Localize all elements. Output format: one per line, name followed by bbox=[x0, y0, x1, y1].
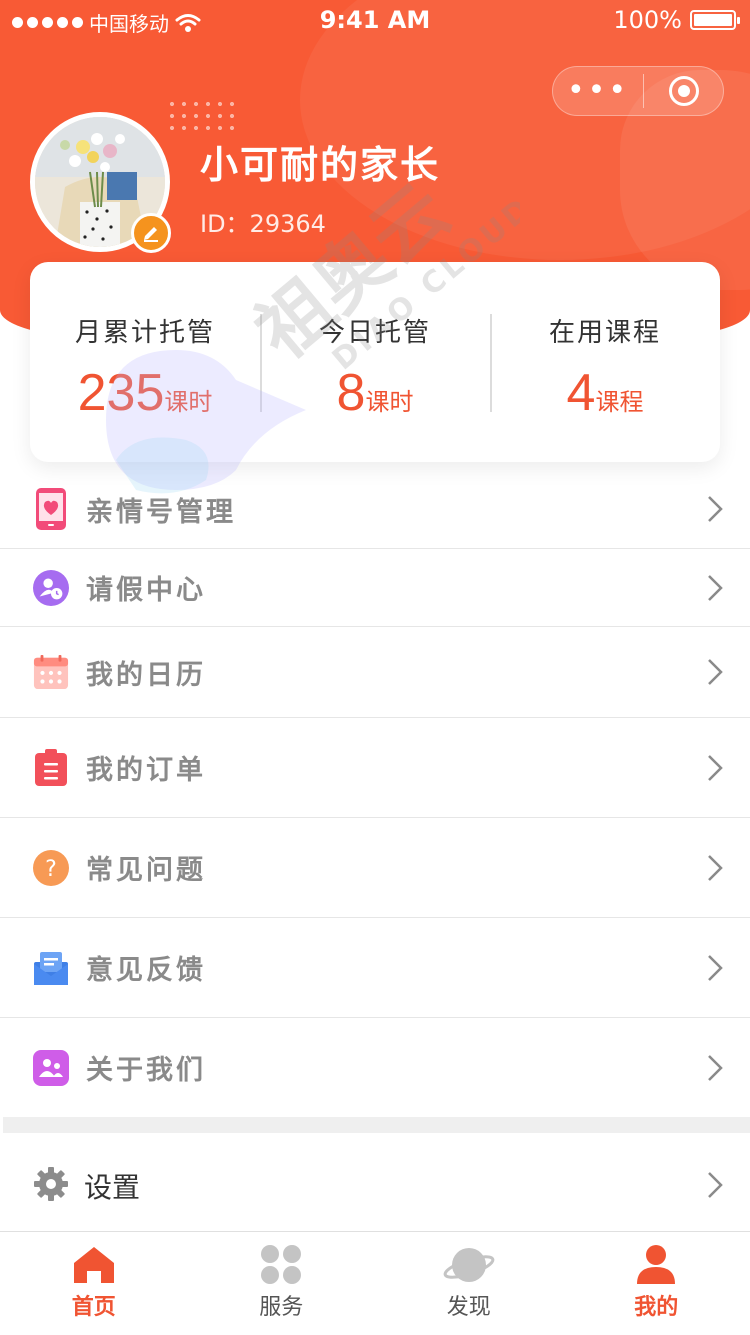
battery-percent: 100% bbox=[613, 6, 682, 34]
menu-item-label: 亲情号管理 bbox=[86, 496, 236, 528]
menu-item-settings[interactable]: 设置 bbox=[0, 1134, 750, 1232]
menu-item-label: 意见反馈 bbox=[86, 955, 206, 986]
stat-unit: 课时 bbox=[365, 388, 414, 416]
menu-item-feedback[interactable]: 意见反馈 bbox=[0, 918, 750, 1018]
menu-item-label: 关于我们 bbox=[86, 1055, 206, 1086]
planet-icon bbox=[443, 1248, 495, 1282]
section-divider bbox=[3, 1117, 750, 1133]
menu-item-label: 请假中心 bbox=[86, 575, 206, 606]
tab-label: 服务 bbox=[259, 1295, 304, 1320]
chevron-right-icon bbox=[708, 1172, 723, 1198]
chevron-right-icon bbox=[708, 1054, 723, 1081]
tab-bar: 首页 服务 发现 我的 bbox=[0, 1233, 750, 1335]
edit-profile-button[interactable] bbox=[131, 213, 171, 253]
leave-clock-icon bbox=[33, 569, 69, 606]
chevron-right-icon bbox=[708, 496, 723, 522]
status-bar: 中国移动 9:41 AM 100% bbox=[0, 0, 750, 40]
tab-discover[interactable]: 发现 bbox=[375, 1233, 563, 1335]
svg-text:?: ? bbox=[45, 857, 57, 882]
gear-icon bbox=[34, 1167, 68, 1201]
tab-mine[interactable]: 我的 bbox=[563, 1233, 750, 1335]
user-id: ID：29364 bbox=[200, 210, 326, 238]
chevron-right-icon bbox=[708, 854, 723, 881]
stat-value: 4课程 bbox=[490, 363, 720, 423]
phone-heart-icon bbox=[33, 488, 69, 530]
menu-item-label: 常见问题 bbox=[86, 855, 206, 886]
menu-item-orders[interactable]: 我的订单 bbox=[0, 718, 750, 818]
stat-unit: 课程 bbox=[595, 388, 644, 416]
stat-active-courses[interactable]: 在用课程 4课程 bbox=[490, 312, 720, 422]
calendar-icon bbox=[33, 654, 69, 690]
menu-list: 亲情号管理 请假中心 我的日历 我的订单 ? 常见问题 意见反馈 关于我们 bbox=[0, 470, 750, 1117]
user-name: 小可耐的家长 bbox=[200, 143, 441, 187]
menu-item-leave-center[interactable]: 请假中心 bbox=[0, 549, 750, 627]
about-people-icon bbox=[33, 1049, 69, 1086]
person-icon bbox=[637, 1245, 676, 1284]
menu-item-about[interactable]: 关于我们 bbox=[0, 1018, 750, 1117]
stat-label: 在用课程 bbox=[548, 318, 661, 348]
chevron-right-icon bbox=[708, 574, 723, 601]
dot-pattern bbox=[166, 98, 242, 138]
pencil-icon bbox=[144, 227, 158, 242]
tab-label: 首页 bbox=[71, 1295, 116, 1320]
close-miniprogram-button[interactable] bbox=[644, 76, 723, 106]
battery-icon bbox=[690, 10, 740, 30]
more-button[interactable]: ••• bbox=[553, 66, 643, 116]
battery-area: 100% bbox=[613, 6, 740, 34]
settings-label: 设置 bbox=[84, 1171, 141, 1204]
chevron-right-icon bbox=[708, 754, 723, 781]
tab-label: 我的 bbox=[634, 1295, 679, 1320]
tab-label: 发现 bbox=[446, 1295, 491, 1320]
menu-item-calendar[interactable]: 我的日历 bbox=[0, 627, 750, 718]
order-clipboard-icon bbox=[33, 748, 69, 786]
miniprogram-capsule: ••• bbox=[552, 66, 724, 116]
grid-icon bbox=[261, 1245, 302, 1284]
menu-item-faq[interactable]: ? 常见问题 bbox=[0, 818, 750, 918]
home-icon bbox=[73, 1247, 114, 1283]
feedback-mail-icon bbox=[33, 950, 69, 986]
stat-number: 4 bbox=[566, 364, 596, 422]
tab-home[interactable]: 首页 bbox=[0, 1233, 188, 1335]
target-icon bbox=[668, 76, 699, 106]
chevron-right-icon bbox=[708, 954, 723, 981]
menu-item-label: 我的日历 bbox=[86, 659, 206, 691]
stat-number: 8 bbox=[336, 364, 366, 422]
question-icon: ? bbox=[33, 849, 69, 886]
chevron-right-icon bbox=[708, 659, 723, 685]
menu-item-label: 我的订单 bbox=[86, 755, 206, 786]
menu-item-family-numbers[interactable]: 亲情号管理 bbox=[0, 470, 750, 549]
tab-services[interactable]: 服务 bbox=[188, 1233, 376, 1335]
